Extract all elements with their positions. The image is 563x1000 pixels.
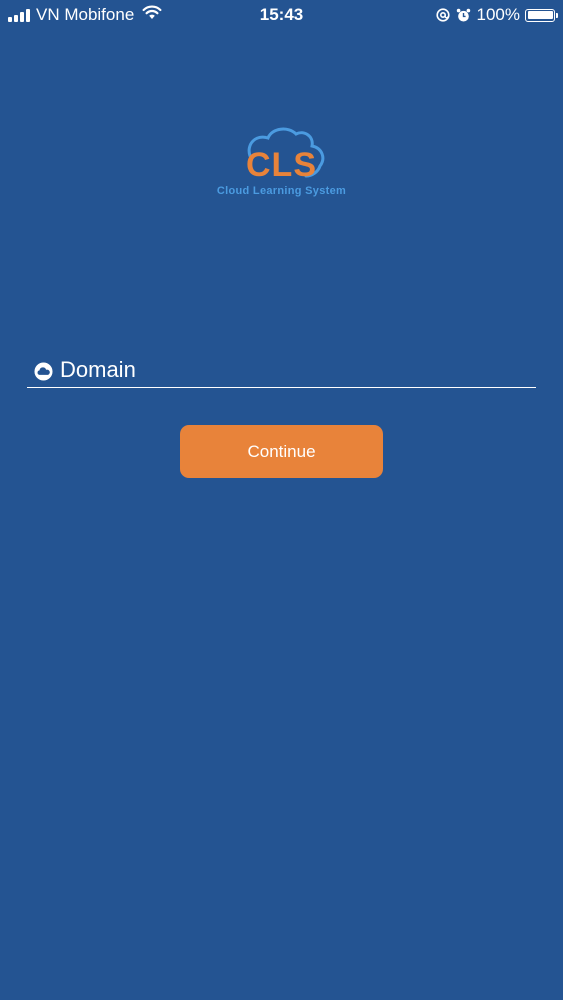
at-icon (435, 8, 450, 22)
status-bar-right: 100% (435, 5, 558, 25)
alarm-icon (456, 8, 471, 23)
status-bar: VN Mobifone 15:43 100% (0, 0, 563, 30)
battery-icon (525, 8, 558, 22)
domain-input[interactable] (60, 354, 530, 386)
logo-tagline: Cloud Learning System (216, 185, 347, 197)
battery-percent: 100% (476, 5, 520, 24)
battery-level (527, 11, 553, 19)
logo-text: CLS (246, 146, 317, 184)
app-logo: CLS Cloud Learning System (0, 126, 563, 206)
cloud-icon (34, 362, 53, 381)
domain-field[interactable] (27, 354, 536, 388)
continue-button[interactable]: Continue (180, 425, 383, 478)
